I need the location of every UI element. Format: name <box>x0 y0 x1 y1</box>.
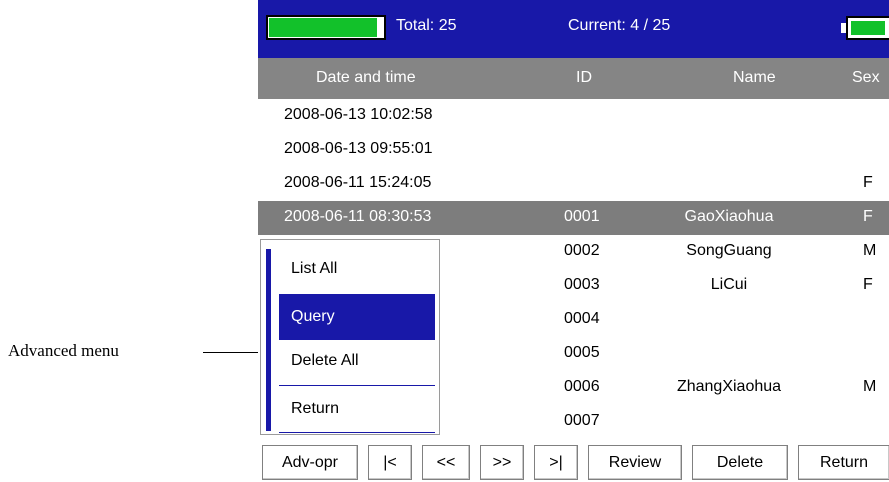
cell-sex: M <box>863 242 877 259</box>
col-header-name: Name <box>733 69 776 86</box>
review-button[interactable]: Review <box>588 445 682 480</box>
current-position: Current: 4 / 25 <box>568 17 671 34</box>
cell-id: 0004 <box>564 310 600 327</box>
table-row[interactable]: 2008-06-11 15:24:05 F <box>258 167 889 201</box>
cell-sex: F <box>863 174 873 191</box>
return-button[interactable]: Return <box>798 445 889 480</box>
device-screen: Total: 25 Current: 4 / 25 Date and time … <box>258 0 889 442</box>
col-header-sex: Sex <box>852 69 880 86</box>
cell-name: LiCui <box>710 276 748 293</box>
menu-item-return[interactable]: Return <box>279 386 435 432</box>
advanced-menu-callout-label: Advanced menu <box>8 341 119 360</box>
menu-item-query[interactable]: Query <box>279 294 435 340</box>
first-page-button[interactable]: |< <box>368 445 412 480</box>
prev-page-button[interactable]: << <box>422 445 470 480</box>
cell-id: 0007 <box>564 412 600 429</box>
cell-date: 2008-06-13 10:02:58 <box>284 106 433 123</box>
battery-icon <box>841 16 889 40</box>
cell-date: 2008-06-11 08:30:53 <box>284 208 432 225</box>
cell-name: ZhangXiaohua <box>676 378 782 395</box>
delete-button[interactable]: Delete <box>692 445 788 480</box>
cell-id: 0003 <box>564 276 600 293</box>
cell-name: GaoXiaohua <box>684 208 774 225</box>
col-header-id: ID <box>576 69 592 86</box>
progress-bar <box>266 15 386 40</box>
cell-sex: M <box>863 378 877 395</box>
advanced-menu: List All Query Delete All Return <box>260 239 440 435</box>
col-header-date: Date and time <box>316 69 416 86</box>
cell-date: 2008-06-11 15:24:05 <box>284 174 432 191</box>
menu-separator <box>279 432 435 433</box>
adv-opr-button[interactable]: Adv-opr <box>262 445 358 480</box>
cell-id: 0002 <box>564 242 600 259</box>
next-page-button[interactable]: >> <box>480 445 524 480</box>
progress-fill <box>269 18 378 37</box>
menu-item-delete-all[interactable]: Delete All <box>279 338 435 384</box>
status-bar: Total: 25 Current: 4 / 25 <box>258 0 889 58</box>
cell-date: 2008-06-13 09:55:01 <box>284 140 433 157</box>
cell-name: SongGuang <box>686 242 772 259</box>
cell-id: 0005 <box>564 344 600 361</box>
table-row[interactable]: 2008-06-13 09:55:01 <box>258 133 889 167</box>
table-row[interactable]: 2008-06-13 10:02:58 <box>258 99 889 133</box>
cell-sex: F <box>863 276 873 293</box>
total-count: Total: 25 <box>396 17 457 34</box>
menu-item-list-all[interactable]: List All <box>279 246 435 292</box>
cell-id: 0006 <box>564 378 600 395</box>
cell-sex: F <box>863 208 873 225</box>
last-page-button[interactable]: >| <box>534 445 578 480</box>
table-header: Date and time ID Name Sex <box>258 58 889 99</box>
cell-id: 0001 <box>564 208 600 225</box>
table-row[interactable]: 2008-06-11 08:30:53 0001 GaoXiaohua F <box>258 201 889 235</box>
menu-accent-bar <box>266 249 271 431</box>
